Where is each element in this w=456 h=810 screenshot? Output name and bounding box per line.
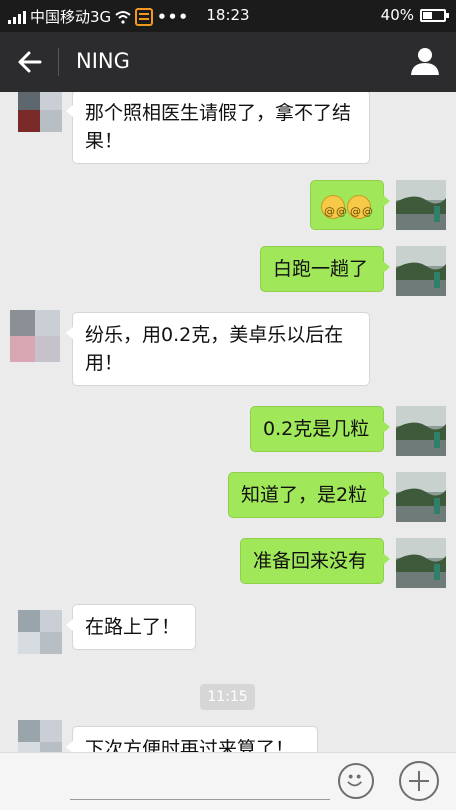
message-bubble-incoming[interactable]: 纷乐，用0.2克，美卓乐以后在用！	[66, 312, 370, 386]
contact-avatar[interactable]	[18, 610, 62, 654]
battery-percent: 40%	[380, 6, 414, 24]
message-bubble-outgoing[interactable]: 0.2克是几粒	[250, 406, 390, 452]
dizzy-face-emoji-icon	[347, 194, 374, 226]
contact-avatar[interactable]	[18, 92, 62, 132]
my-avatar[interactable]	[396, 538, 446, 588]
chat-header: NING	[0, 32, 456, 92]
contact-avatar[interactable]	[18, 720, 62, 752]
plus-icon[interactable]	[399, 761, 439, 801]
message-bubble-incoming[interactable]: 下次方便时再过来算了！	[66, 726, 318, 752]
message-bubble-outgoing[interactable]	[310, 180, 390, 230]
message-bubble-incoming[interactable]: 那个照相医生请假了，拿不了结果！	[66, 92, 370, 164]
battery-icon	[420, 8, 449, 22]
my-avatar[interactable]	[396, 406, 446, 456]
message-bubble-outgoing[interactable]: 白跑一趟了	[260, 246, 390, 292]
emoji-icon[interactable]	[338, 763, 374, 799]
my-avatar[interactable]	[396, 246, 446, 296]
my-avatar[interactable]	[396, 472, 446, 522]
time-separator: 11:15	[200, 684, 255, 710]
chat-title: NING	[76, 49, 130, 73]
chat-area[interactable]: 那个照相医生请假了，拿不了结果！ 白跑一趟了 纷乐，用0.2克，美卓乐以后在用！…	[0, 92, 456, 752]
my-avatar[interactable]	[396, 180, 446, 230]
message-bubble-incoming[interactable]: 在路上了！	[66, 604, 196, 650]
back-arrow-icon[interactable]	[14, 46, 46, 78]
input-bar	[0, 752, 456, 810]
status-bar: 中国移动3G ••• 18:23 40%	[0, 0, 456, 32]
dizzy-face-emoji-icon	[321, 194, 348, 226]
profile-icon[interactable]	[408, 44, 442, 78]
message-bubble-outgoing[interactable]: 知道了，是2粒	[228, 472, 390, 518]
contact-avatar[interactable]	[10, 310, 60, 362]
message-input[interactable]	[70, 799, 330, 800]
message-bubble-outgoing[interactable]: 准备回来没有	[240, 538, 390, 584]
header-divider	[58, 48, 59, 76]
